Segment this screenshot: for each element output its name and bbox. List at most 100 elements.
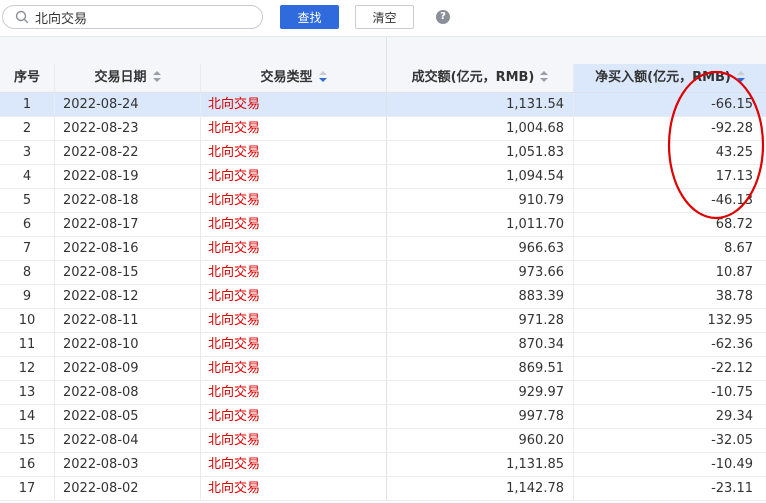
cell-net-buy: -10.75 (573, 381, 766, 404)
cell-net-buy: -22.12 (573, 357, 766, 380)
cell-index: 8 (22, 265, 32, 280)
cell-index: 13 (18, 385, 36, 400)
table-row[interactable]: 17 2022-08-02 北向交易 1,142.78 -23.11 (0, 477, 766, 501)
sort-icon[interactable] (540, 70, 549, 83)
cell-date: 2022-08-18 (54, 189, 200, 212)
cell-turnover: 973.66 (386, 261, 573, 284)
table-row[interactable]: 13 2022-08-08 北向交易 929.97 -10.75 (0, 381, 766, 405)
cell-turnover: 1,051.83 (386, 141, 573, 164)
clear-button[interactable]: 清空 (355, 5, 414, 29)
cell-net-buy: -32.05 (573, 429, 766, 452)
cell-turnover: 1,142.78 (386, 477, 573, 500)
cell-index: 11 (18, 337, 36, 352)
cell-turnover: 997.78 (386, 405, 573, 428)
cell-turnover: 929.97 (386, 381, 573, 404)
cell-turnover: 870.34 (386, 333, 573, 356)
cell-index: 4 (22, 169, 32, 184)
cell-index: 17 (18, 481, 36, 496)
table-row[interactable]: 5 2022-08-18 北向交易 910.79 -46.13 (0, 189, 766, 213)
cell-index: 16 (18, 457, 36, 472)
cell-index: 9 (22, 289, 32, 304)
cell-net-buy: 43.25 (573, 141, 766, 164)
toolbar: 查找 清空 ? (0, 0, 766, 36)
cell-turnover: 910.79 (386, 189, 573, 212)
sort-icon[interactable] (152, 70, 161, 83)
cell-date: 2022-08-10 (54, 333, 200, 356)
search-input[interactable] (35, 8, 255, 26)
cell-type: 北向交易 (200, 381, 386, 404)
table-row[interactable]: 14 2022-08-05 北向交易 997.78 29.34 (0, 405, 766, 429)
cell-type: 北向交易 (200, 285, 386, 308)
cell-date: 2022-08-04 (54, 429, 200, 452)
column-header-type[interactable]: 交易类型 (200, 64, 386, 92)
cell-date: 2022-08-24 (54, 93, 200, 116)
cell-date: 2022-08-11 (54, 309, 200, 332)
cell-index: 15 (18, 433, 36, 448)
cell-net-buy: -10.49 (573, 453, 766, 476)
cell-date: 2022-08-15 (54, 261, 200, 284)
help-icon[interactable]: ? (436, 10, 450, 24)
cell-index: 14 (18, 409, 36, 424)
cell-type: 北向交易 (200, 117, 386, 140)
filter-band (0, 36, 766, 65)
cell-turnover: 869.51 (386, 357, 573, 380)
cell-net-buy: -92.28 (573, 117, 766, 140)
cell-net-buy: 38.78 (573, 285, 766, 308)
table-row[interactable]: 3 2022-08-22 北向交易 1,051.83 43.25 (0, 141, 766, 165)
table-row[interactable]: 8 2022-08-15 北向交易 973.66 10.87 (0, 261, 766, 285)
table-row[interactable]: 15 2022-08-04 北向交易 960.20 -32.05 (0, 429, 766, 453)
cell-net-buy: 68.72 (573, 213, 766, 236)
table-row[interactable]: 9 2022-08-12 北向交易 883.39 38.78 (0, 285, 766, 309)
table-row[interactable]: 7 2022-08-16 北向交易 966.63 8.67 (0, 237, 766, 261)
cell-net-buy: 10.87 (573, 261, 766, 284)
table-header: 序号 交易日期 交易类型 成交额(亿元，RMB) 净买入额(亿元，RMB) (0, 64, 766, 93)
cell-net-buy: -62.36 (573, 333, 766, 356)
sort-desc-icon[interactable] (318, 70, 327, 83)
cell-type: 北向交易 (200, 309, 386, 332)
cell-turnover: 1,004.68 (386, 117, 573, 140)
cell-index: 10 (18, 313, 36, 328)
cell-turnover: 1,131.54 (386, 93, 573, 116)
cell-date: 2022-08-05 (54, 405, 200, 428)
cell-turnover: 971.28 (386, 309, 573, 332)
cell-date: 2022-08-22 (54, 141, 200, 164)
search-icon (15, 10, 29, 24)
table-row[interactable]: 4 2022-08-19 北向交易 1,094.54 17.13 (0, 165, 766, 189)
table-row[interactable]: 16 2022-08-03 北向交易 1,131.85 -10.49 (0, 453, 766, 477)
cell-index: 5 (22, 193, 32, 208)
search-button[interactable]: 查找 (280, 5, 339, 29)
cell-type: 北向交易 (200, 165, 386, 188)
cell-date: 2022-08-16 (54, 237, 200, 260)
search-box[interactable] (2, 5, 263, 29)
table-row[interactable]: 11 2022-08-10 北向交易 870.34 -62.36 (0, 333, 766, 357)
table-row[interactable]: 6 2022-08-17 北向交易 1,011.70 68.72 (0, 213, 766, 237)
cell-date: 2022-08-08 (54, 381, 200, 404)
cell-type: 北向交易 (200, 93, 386, 116)
cell-turnover: 1,094.54 (386, 165, 573, 188)
cell-date: 2022-08-02 (54, 477, 200, 500)
cell-type: 北向交易 (200, 357, 386, 380)
cell-type: 北向交易 (200, 141, 386, 164)
table-row[interactable]: 12 2022-08-09 北向交易 869.51 -22.12 (0, 357, 766, 381)
cell-date: 2022-08-12 (54, 285, 200, 308)
cell-turnover: 966.63 (386, 237, 573, 260)
cell-net-buy: -23.11 (573, 477, 766, 500)
column-header-net-buy[interactable]: 净买入额(亿元，RMB) (573, 64, 766, 92)
cell-type: 北向交易 (200, 237, 386, 260)
cell-date: 2022-08-17 (54, 213, 200, 236)
data-table: 序号 交易日期 交易类型 成交额(亿元，RMB) 净买入额(亿元，RMB) 12… (0, 64, 766, 501)
column-header-index[interactable]: 序号 (0, 64, 54, 92)
cell-type: 北向交易 (200, 333, 386, 356)
column-header-date[interactable]: 交易日期 (54, 64, 200, 92)
table-row[interactable]: 10 2022-08-11 北向交易 971.28 132.95 (0, 309, 766, 333)
table-body: 1 2022-08-24 北向交易 1,131.54 -66.15 2 2022-08-23… (0, 93, 766, 501)
column-header-turnover[interactable]: 成交额(亿元，RMB) (386, 64, 573, 92)
sort-desc-icon[interactable] (736, 70, 745, 83)
cell-net-buy: 17.13 (573, 165, 766, 188)
table-row[interactable]: 1 2022-08-24 北向交易 1,131.54 -66.15 (0, 93, 766, 117)
table-row[interactable]: 2 2022-08-23 北向交易 1,004.68 -92.28 (0, 117, 766, 141)
cell-type: 北向交易 (200, 189, 386, 212)
cell-turnover: 1,011.70 (386, 213, 573, 236)
cell-index: 2 (22, 121, 32, 136)
cell-net-buy: -66.15 (573, 93, 766, 116)
